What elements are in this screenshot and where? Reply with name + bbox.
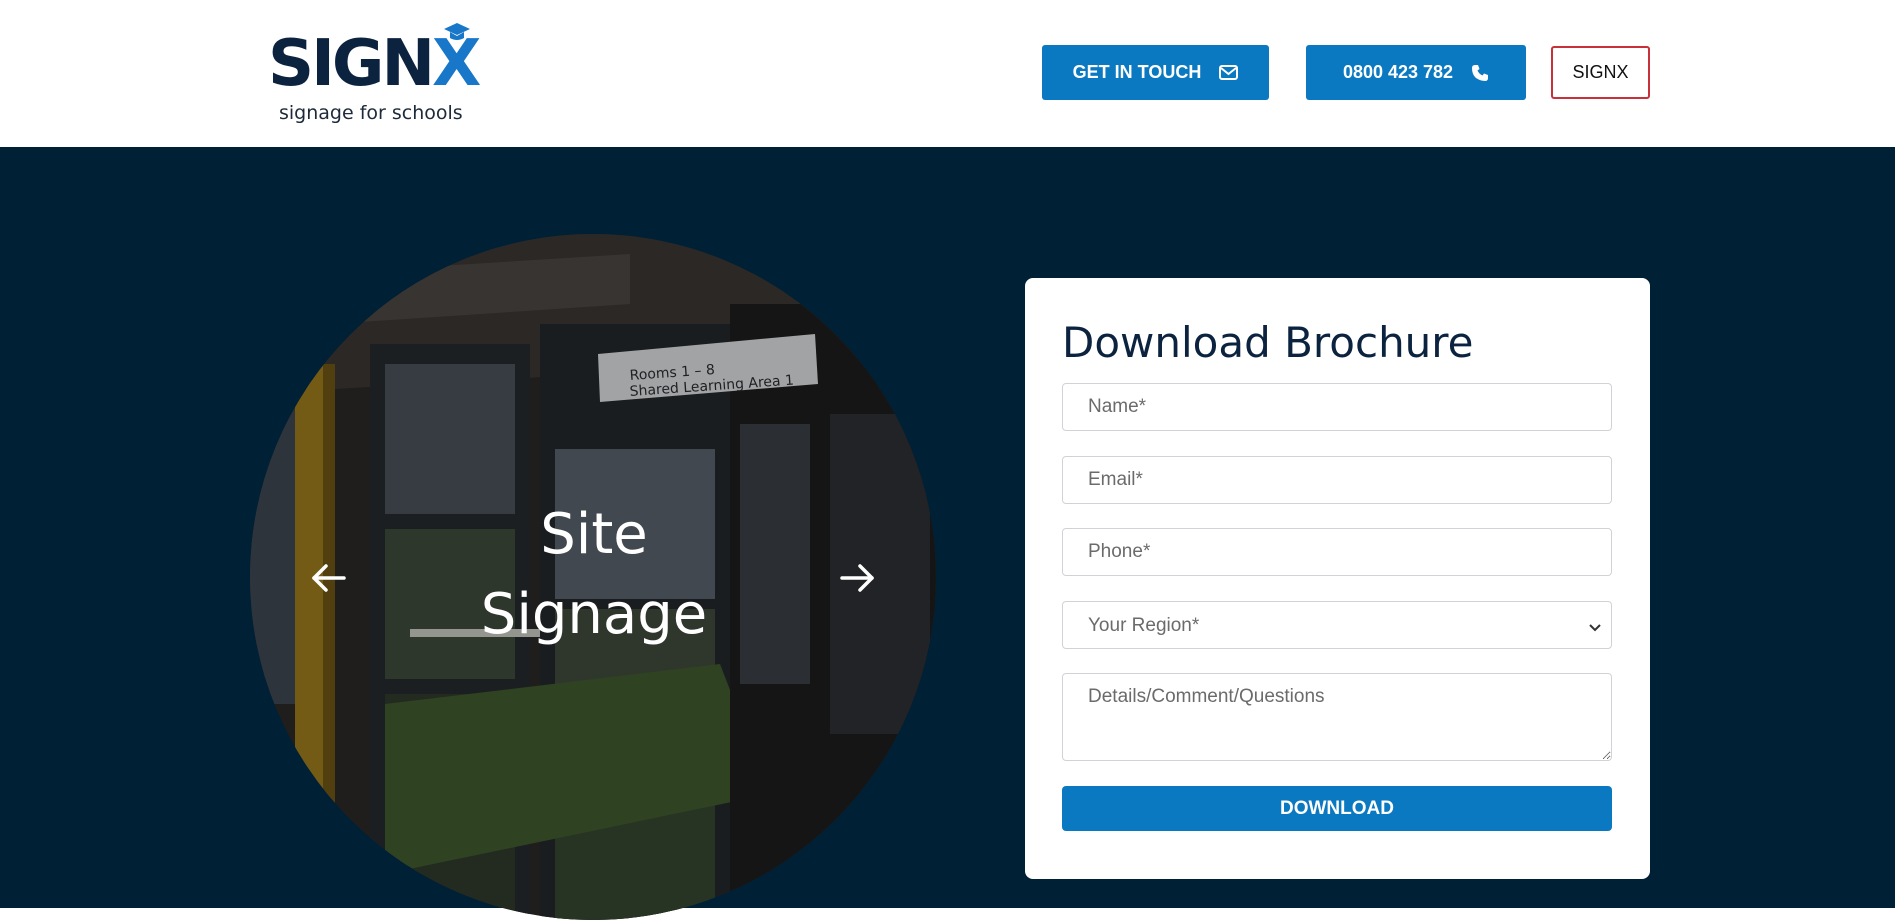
region-select[interactable]: Your Region* bbox=[1062, 601, 1612, 649]
phone-icon bbox=[1471, 64, 1489, 82]
graduation-cap-icon bbox=[444, 23, 470, 40]
signx-button[interactable]: SIGNX bbox=[1551, 46, 1650, 99]
name-input[interactable] bbox=[1062, 383, 1612, 431]
download-button[interactable]: DOWNLOAD bbox=[1062, 786, 1612, 831]
signx-logo[interactable]: SIGNX signage for schools bbox=[268, 18, 483, 130]
arrow-left-icon[interactable] bbox=[308, 558, 348, 598]
site-header: SIGNX signage for schools GET IN TOUCH 0… bbox=[0, 0, 1895, 147]
slide-title: Site Signage bbox=[480, 502, 708, 647]
form-title: Download Brochure bbox=[1062, 318, 1474, 367]
details-textarea[interactable] bbox=[1062, 673, 1612, 761]
logo-tagline: signage for schools bbox=[279, 102, 463, 124]
brochure-form-card: Download Brochure Your Region* DOWNLOAD bbox=[1025, 278, 1650, 879]
envelope-icon bbox=[1219, 65, 1239, 80]
phone-input[interactable] bbox=[1062, 528, 1612, 576]
arrow-right-icon[interactable] bbox=[838, 558, 878, 598]
get-in-touch-button[interactable]: GET IN TOUCH bbox=[1042, 45, 1269, 100]
phone-button[interactable]: 0800 423 782 bbox=[1306, 45, 1526, 100]
email-input[interactable] bbox=[1062, 456, 1612, 504]
